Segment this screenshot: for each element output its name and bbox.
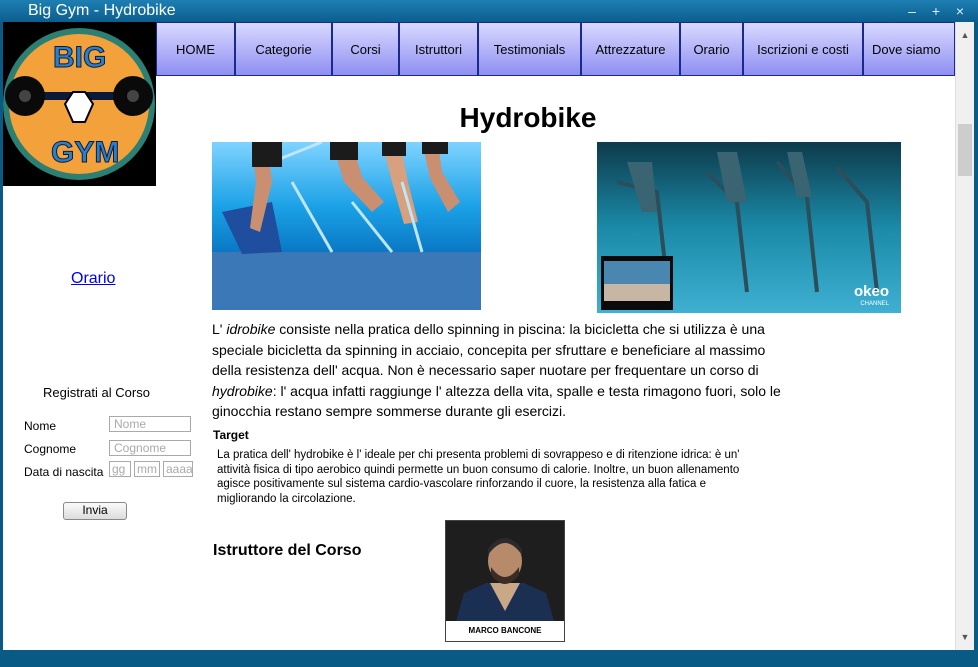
name-input[interactable]: Nome [109,416,191,432]
nav-item-iscrizioni[interactable]: Iscrizioni e costi [743,22,863,76]
app-window: Big Gym - Hydrobike – + × BIG GYM HOME C… [0,0,978,667]
instructor-name: MARCO BANCONE [446,621,564,641]
maximize-button[interactable]: + [926,2,946,20]
minimize-button[interactable]: – [902,2,922,20]
dob-year-input[interactable]: aaaa [163,461,193,477]
sidebar-link-orario[interactable]: Orario [71,270,115,288]
nav-item-testimonials[interactable]: Testimonials [478,22,581,76]
target-paragraph: La pratica dell' hydrobike è l' ideale p… [217,449,740,505]
intro-paragraph: L' idrobike consiste nella pratica dello… [212,319,782,422]
window-title: Big Gym - Hydrobike [28,2,176,19]
hydrobike-photo [212,142,481,310]
registration-title: Registrati al Corso [43,385,150,400]
main-nav: HOME Categorie Corsi Istruttori Testimon… [156,22,955,78]
intro-em-idrobike: idrobike [226,321,276,337]
vertical-scrollbar[interactable]: ▲ ▼ [955,22,974,650]
nav-item-dove-siamo[interactable]: Dove siamo [863,22,955,76]
scroll-thumb[interactable] [958,124,972,176]
close-button[interactable]: × [950,2,970,20]
page-title: Hydrobike [459,102,597,133]
intro-text-2: consiste nella pratica dello spinning in… [212,321,766,378]
submit-button[interactable]: Invia [63,502,127,520]
nav-item-home[interactable]: HOME [156,22,235,76]
nav-item-attrezzature[interactable]: Attrezzature [581,22,680,76]
intro-text-1: L' [212,321,227,337]
surname-label: Cognome [24,442,77,456]
nav-item-orario[interactable]: Orario [680,22,743,76]
name-label: Nome [24,419,57,433]
scroll-up-arrow-icon[interactable]: ▲ [956,26,974,44]
instructor-photo: MARCO BANCONE [445,520,565,642]
nav-item-istruttori[interactable]: Istruttori [399,22,478,76]
dob-label: Data di nascita [24,465,104,479]
nav-item-corsi[interactable]: Corsi [332,22,399,76]
dob-month-input[interactable]: mm [134,461,160,477]
video-brand-sub: CHANNEL [860,301,889,307]
logo-text-top: BIG [53,41,106,74]
big-gym-logo[interactable]: BIG GYM [3,22,156,186]
page-viewport: BIG GYM HOME Categorie Corsi Istruttori … [3,22,955,650]
logo-text-bottom: GYM [51,136,119,169]
instructor-heading: Istruttore del Corso [213,542,362,559]
surname-input[interactable]: Cognome [109,440,191,456]
intro-em-hydrobike: hydrobike [212,382,273,399]
dob-day-input[interactable]: gg [109,461,131,477]
video-brand-logo: okeo [854,283,889,300]
title-bar: Big Gym - Hydrobike – + × [0,0,978,22]
scroll-down-arrow-icon[interactable]: ▼ [956,628,974,646]
intro-text-3: : l' acqua infatti raggiunge l' altezza … [212,382,781,420]
nav-item-categorie[interactable]: Categorie [235,22,332,76]
hydrobike-video[interactable]: okeo CHANNEL [597,142,901,313]
target-heading: Target [213,428,249,442]
